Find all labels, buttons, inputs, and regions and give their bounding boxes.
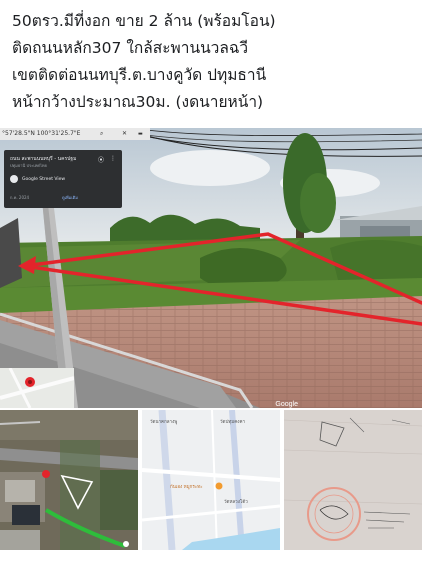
see-more-link[interactable]: ดูเพิ่มเติม xyxy=(62,194,78,201)
search-icon[interactable]: ⌕ xyxy=(100,128,103,140)
restaurant-pin-icon xyxy=(215,482,223,490)
map-label-temple-left: วัดนาคกลางพู xyxy=(150,420,178,425)
place-subtitle: ปทุมธานี ประเทศไทย xyxy=(10,163,47,168)
post-line-2: ติดถนนหลัก307 ใกล้สะพานนวลฉวี xyxy=(12,39,249,57)
close-icon[interactable]: ✕ xyxy=(122,128,127,140)
map-thumbnail[interactable]: วัดนาคกลางพู วัดปทุมคงคา กันเอง หมูกระทะ… xyxy=(142,410,280,550)
street-view-tab-icon[interactable]: ▬ xyxy=(138,128,143,140)
map-label-temple-bottom: วัดหลวงโต้ว xyxy=(224,500,248,505)
google-street-view-icon xyxy=(10,175,18,183)
map-label-restaurant: กันเอง หมูกระทะ xyxy=(170,485,203,490)
deed-thumbnail[interactable] xyxy=(284,410,422,550)
post-line-1: 50ตรว.มีที่งอก ขาย 2 ล้าน (พร้อมโอน) xyxy=(12,12,276,30)
mini-map[interactable] xyxy=(0,368,74,408)
capture-date: ก.ค. 2024 xyxy=(10,195,30,200)
map-image xyxy=(142,410,280,550)
map-label-temple-right: วัดปทุมคงคา xyxy=(220,420,245,425)
street-view-info-card[interactable]: ถนน สะพานนนทบุรี - นครปฐม ปทุมธานี ประเท… xyxy=(4,150,122,208)
post-text: 50ตรว.มีที่งอก ขาย 2 ล้าน (พร้อมโอน) ติด… xyxy=(12,8,412,116)
post-line-4: หน้ากว้างประมาณ30ม. (งดนายหน้า) xyxy=(12,93,264,111)
deed-document-image xyxy=(284,410,422,550)
post-line-3: เขตติดต่อนนทบุรี.ต.บางคูวัด ปทุมธานี xyxy=(12,66,267,84)
google-watermark: Google xyxy=(275,401,298,408)
satellite-image xyxy=(0,410,138,550)
pin-icon xyxy=(42,470,50,478)
satellite-thumbnail[interactable] xyxy=(0,410,138,550)
main-photo[interactable]: °57'28.5"N 100°31'25.7"E ⌕ ✕ ▬ ถนน สะพาน… xyxy=(0,128,422,408)
coordinates-bar: °57'28.5"N 100°31'25.7"E ⌕ ✕ ▬ xyxy=(0,128,150,140)
coordinates-text: °57'28.5"N 100°31'25.7"E xyxy=(2,130,81,137)
source-label: Google Street View xyxy=(22,177,66,182)
more-vert-icon[interactable]: ⋮ xyxy=(110,155,116,162)
location-pin-icon[interactable]: ⦿ xyxy=(98,155,104,164)
